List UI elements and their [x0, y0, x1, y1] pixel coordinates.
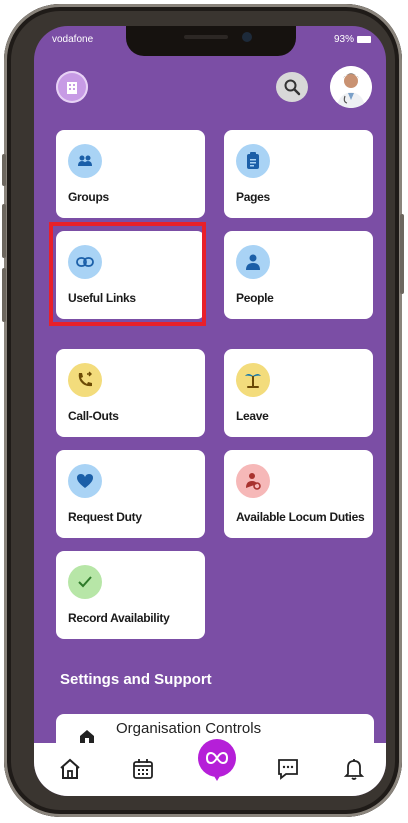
tile-available-locum-duties[interactable]: Available Locum Duties: [224, 450, 373, 538]
person-icon: [236, 245, 270, 279]
phone-mute-switch: [2, 154, 6, 186]
home-icon[interactable]: [56, 755, 84, 783]
doctor-avatar[interactable]: [330, 66, 372, 108]
bell-icon[interactable]: [340, 755, 368, 783]
phone-volume-down: [2, 268, 6, 322]
tile-label: Record Availability: [68, 611, 170, 625]
heart-icon: [68, 464, 102, 498]
settings-section-title: Settings and Support: [60, 671, 212, 688]
tile-label: Groups: [68, 190, 109, 204]
tile-label: People: [236, 291, 274, 305]
tile-call-outs[interactable]: Call-Outs: [56, 349, 205, 437]
phone-power-button: [400, 214, 404, 294]
groups-icon: [68, 144, 102, 178]
app-screen: vodafone 93% Groups Pages Useful Links P…: [34, 26, 386, 796]
building-icon[interactable]: [56, 71, 88, 103]
phone-notch: [126, 26, 296, 56]
tile-label: Available Locum Duties: [236, 510, 365, 524]
battery-indicator: 93%: [334, 34, 372, 45]
tile-leave[interactable]: Leave: [224, 349, 373, 437]
bottom-navigation: [34, 739, 386, 796]
infinity-icon[interactable]: [198, 739, 236, 781]
tile-groups[interactable]: Groups: [56, 130, 205, 218]
battery-icon: [357, 35, 372, 43]
phone-forward-icon: [68, 363, 102, 397]
tile-label: Request Duty: [68, 510, 142, 524]
front-camera: [242, 32, 252, 42]
tile-people[interactable]: People: [224, 231, 373, 319]
battery-percent: 93%: [334, 34, 355, 45]
tile-label: Call-Outs: [68, 409, 119, 423]
tile-label: Leave: [236, 409, 269, 423]
clipboard-icon: [236, 144, 270, 178]
organisation-controls-label: Organisation Controls: [116, 720, 262, 737]
calendar-icon[interactable]: [129, 755, 157, 783]
check-icon: [68, 565, 102, 599]
palm-tree-icon: [236, 363, 270, 397]
highlight-box: [49, 222, 206, 326]
tile-record-availability[interactable]: Record Availability: [56, 551, 205, 639]
chat-icon[interactable]: [274, 755, 302, 783]
search-icon[interactable]: [276, 72, 308, 102]
tile-request-duty[interactable]: Request Duty: [56, 450, 205, 538]
carrier-label: vodafone: [52, 34, 94, 45]
speaker-grille: [184, 35, 228, 39]
phone-volume-up: [2, 204, 6, 258]
locum-person-icon: [236, 464, 270, 498]
tile-pages[interactable]: Pages: [224, 130, 373, 218]
tile-label: Pages: [236, 190, 270, 204]
